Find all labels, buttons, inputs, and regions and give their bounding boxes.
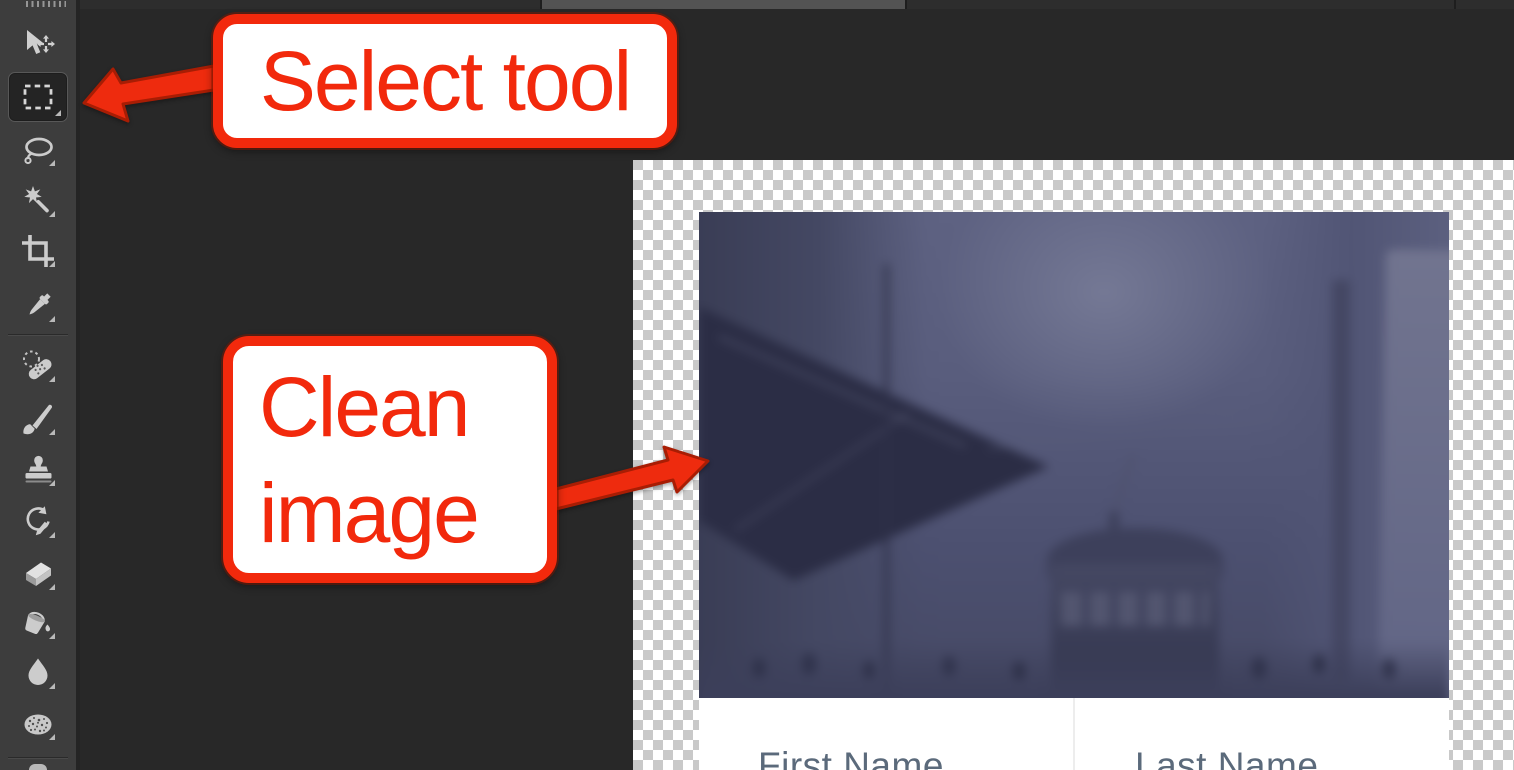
tool-clone-stamp[interactable] [18, 450, 58, 490]
tool-palette [0, 0, 80, 770]
flyout-indicator [49, 584, 55, 590]
last-name-label: Last Name [1135, 745, 1318, 770]
form-column-divider [1073, 698, 1075, 770]
flyout-indicator [49, 160, 55, 166]
select-tool-callout: Select tool [213, 14, 677, 148]
web-form-section: First Name Last Name [699, 698, 1449, 770]
flyout-indicator [49, 211, 55, 217]
photo-image [699, 212, 1449, 698]
tool-rectangular-marquee[interactable] [8, 72, 68, 122]
tool-paint-bucket[interactable] [18, 603, 58, 643]
tool-move[interactable] [18, 25, 58, 65]
first-name-label: First Name [758, 745, 944, 770]
flyout-indicator [55, 110, 61, 116]
flyout-indicator [49, 480, 55, 486]
flyout-indicator [49, 633, 55, 639]
clean-image-callout-line2: image [259, 460, 547, 566]
move-icon [20, 27, 56, 63]
toolbar-divider [8, 757, 68, 758]
photo-editor-window: First Name Last Name Select tool Clean i… [0, 0, 1514, 770]
toolbar-grip[interactable] [26, 1, 66, 7]
tool-magic-wand[interactable] [18, 181, 58, 221]
flyout-indicator [49, 532, 55, 538]
flyout-indicator [49, 376, 55, 382]
document-tabbar [80, 0, 1514, 9]
flyout-indicator [49, 316, 55, 322]
tool-eyedropper[interactable] [18, 286, 58, 326]
marquee-icon [20, 79, 56, 115]
active-document-tab[interactable] [542, 0, 905, 9]
tool-eraser[interactable] [18, 554, 58, 594]
tab-separator [1454, 0, 1456, 9]
tab-separator [905, 0, 907, 9]
tool-lasso[interactable] [18, 130, 58, 170]
flyout-indicator [49, 683, 55, 689]
tool-crop[interactable] [18, 231, 58, 271]
select-tool-arrow [84, 66, 214, 121]
tool-history-brush[interactable] [18, 502, 58, 542]
document-viewport: First Name Last Name [633, 160, 1514, 770]
select-tool-callout-text: Select tool [260, 33, 630, 130]
clean-image-callout: Clean image [223, 336, 557, 583]
flyout-indicator [49, 429, 55, 435]
tool-partially-visible[interactable] [29, 764, 47, 770]
clean-image-callout-line1: Clean [259, 354, 547, 460]
flyout-indicator [49, 261, 55, 267]
tool-spot-healing-brush[interactable] [18, 346, 58, 386]
flyout-indicator [49, 734, 55, 740]
tool-sponge[interactable] [18, 704, 58, 744]
street-photo[interactable] [699, 212, 1449, 698]
tool-blur[interactable] [18, 653, 58, 693]
tool-brush[interactable] [18, 399, 58, 439]
toolbar-divider [8, 334, 68, 335]
